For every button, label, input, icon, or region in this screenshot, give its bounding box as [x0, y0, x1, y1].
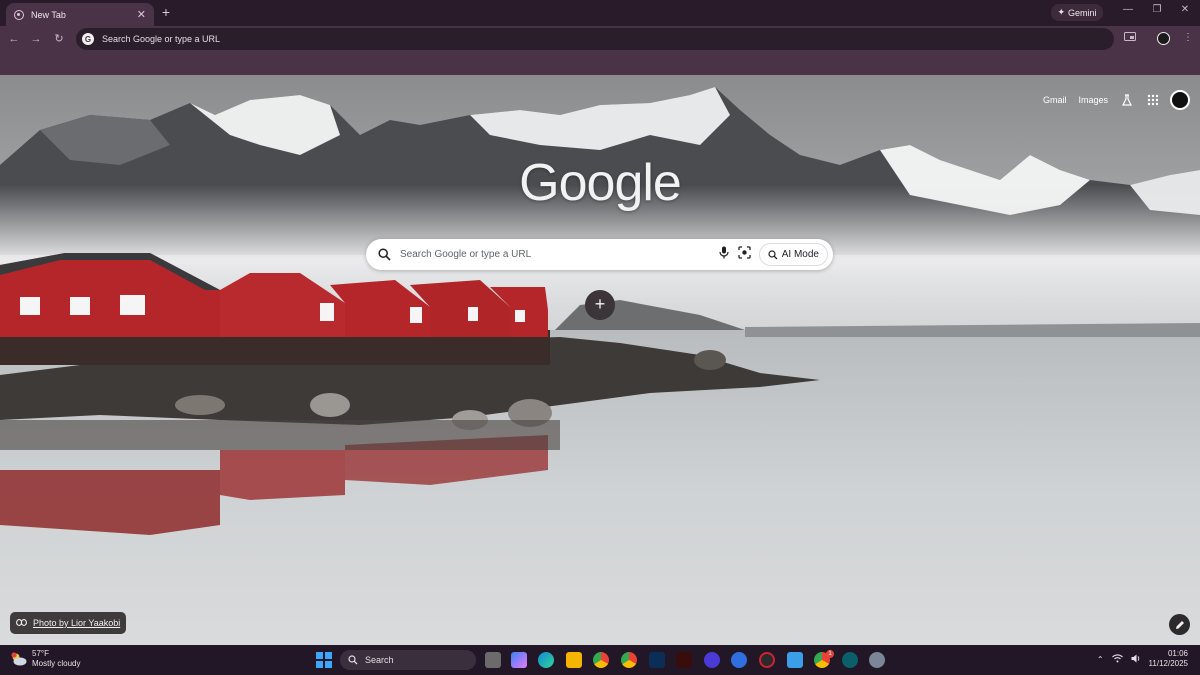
ai-search-icon: [768, 249, 778, 259]
chevron-up-icon[interactable]: ⌃: [1097, 655, 1104, 664]
new-tab-button[interactable]: +: [158, 4, 174, 20]
profile-avatar[interactable]: [1157, 32, 1170, 45]
ntp-search-box[interactable]: Search Google or type a URL AI Mode: [366, 239, 833, 270]
start-button[interactable]: [316, 652, 332, 668]
wave-app-icon[interactable]: [842, 652, 858, 668]
photo-credit[interactable]: Photo by Lior Yaakobi: [10, 612, 127, 634]
taskbar-search[interactable]: Search: [340, 650, 476, 670]
sparkle-icon: ✦: [1057, 7, 1066, 17]
wifi-icon[interactable]: [1111, 653, 1123, 665]
bookmarks-bar: [0, 53, 1200, 75]
gmail-link[interactable]: Gmail: [1041, 93, 1069, 107]
browser-window: New Tab ✕ + ✦ Gemini — ❐ ✕ ← → ↻ G Searc…: [0, 0, 1200, 645]
illustrator-icon[interactable]: [676, 652, 692, 668]
reload-button[interactable]: ↻: [51, 31, 67, 47]
taskbar: 57°F Mostly cloudy Search 1 ⌃ 01:06 11/1…: [0, 645, 1200, 675]
photo-credit-text: Photo by Lior Yaakobi: [33, 618, 121, 628]
ai-mode-button[interactable]: AI Mode: [758, 243, 828, 266]
minimize-button[interactable]: —: [1118, 4, 1138, 15]
ai-mode-label: AI Mode: [781, 249, 819, 260]
menu-icon[interactable]: ⋮: [1183, 32, 1193, 43]
weather-widget[interactable]: 57°F Mostly cloudy: [10, 649, 80, 669]
search-icon: [348, 655, 358, 665]
account-avatar[interactable]: [1170, 90, 1190, 110]
cast-icon[interactable]: [1124, 32, 1136, 45]
search-actions: AI Mode: [718, 243, 828, 266]
gemini-label: Gemini: [1068, 7, 1097, 18]
chrome-icon: [14, 9, 24, 20]
photoshop-icon[interactable]: [649, 652, 665, 668]
file-explorer-icon[interactable]: [566, 652, 582, 668]
taskbar-search-label: Search: [365, 655, 394, 665]
weather-icon: [10, 652, 27, 666]
tab-strip: New Tab ✕ + ✦ Gemini — ❐ ✕: [0, 0, 1200, 26]
address-bar-text: Search Google or type a URL: [102, 34, 221, 44]
media-player-icon[interactable]: [704, 652, 720, 668]
search-placeholder: Search Google or type a URL: [400, 249, 532, 260]
obs-icon[interactable]: [759, 652, 775, 668]
images-link[interactable]: Images: [1076, 93, 1110, 107]
pencil-icon: [1175, 620, 1184, 629]
copilot-icon[interactable]: [511, 652, 527, 668]
snipping-tool-icon[interactable]: [787, 652, 803, 668]
clock-time: 01:06: [1167, 649, 1188, 658]
gemini-button[interactable]: ✦ Gemini: [1051, 4, 1103, 21]
top-links: Gmail Images: [1041, 90, 1190, 110]
new-tab-page: Gmail Images Google Search Google or typ…: [0, 75, 1200, 645]
app-icon[interactable]: [731, 652, 747, 668]
close-icon[interactable]: ✕: [137, 8, 146, 21]
close-window-button[interactable]: ✕: [1175, 4, 1195, 15]
tab-title: New Tab: [31, 9, 66, 20]
back-button[interactable]: ←: [6, 31, 22, 47]
address-bar[interactable]: G Search Google or type a URL: [76, 28, 1114, 50]
toolbar: ← → ↻ G Search Google or type a URL ⋮: [0, 26, 1200, 53]
tab-new-tab[interactable]: New Tab ✕: [6, 3, 154, 26]
labs-icon[interactable]: [1118, 91, 1136, 109]
weather-temp: 57°F: [32, 649, 49, 658]
add-shortcut-button[interactable]: +: [585, 290, 615, 320]
forward-button[interactable]: →: [28, 31, 44, 47]
link-icon: [16, 618, 27, 628]
clock-date: 11/12/2025: [1148, 659, 1188, 668]
settings-icon[interactable]: [869, 652, 885, 668]
search-icon: [378, 247, 392, 262]
system-tray: ⌃ 01:06 11/12/2025: [1097, 649, 1188, 669]
maximize-button[interactable]: ❐: [1147, 4, 1167, 15]
chrome-canary-icon[interactable]: [621, 652, 637, 668]
volume-icon[interactable]: [1131, 654, 1141, 665]
notification-badge: 1: [826, 650, 834, 658]
mic-icon[interactable]: [718, 246, 730, 264]
google-g-icon: G: [82, 33, 94, 45]
lens-icon[interactable]: [738, 245, 751, 264]
chrome-icon[interactable]: [593, 652, 609, 668]
edge-icon[interactable]: [538, 652, 554, 668]
apps-icon[interactable]: [1144, 91, 1162, 109]
customize-button[interactable]: [1169, 614, 1190, 635]
google-logo: Google: [519, 154, 682, 212]
clock[interactable]: 01:06 11/12/2025: [1149, 649, 1188, 669]
weather-desc: Mostly cloudy: [32, 659, 81, 668]
task-view-icon[interactable]: [485, 652, 501, 668]
